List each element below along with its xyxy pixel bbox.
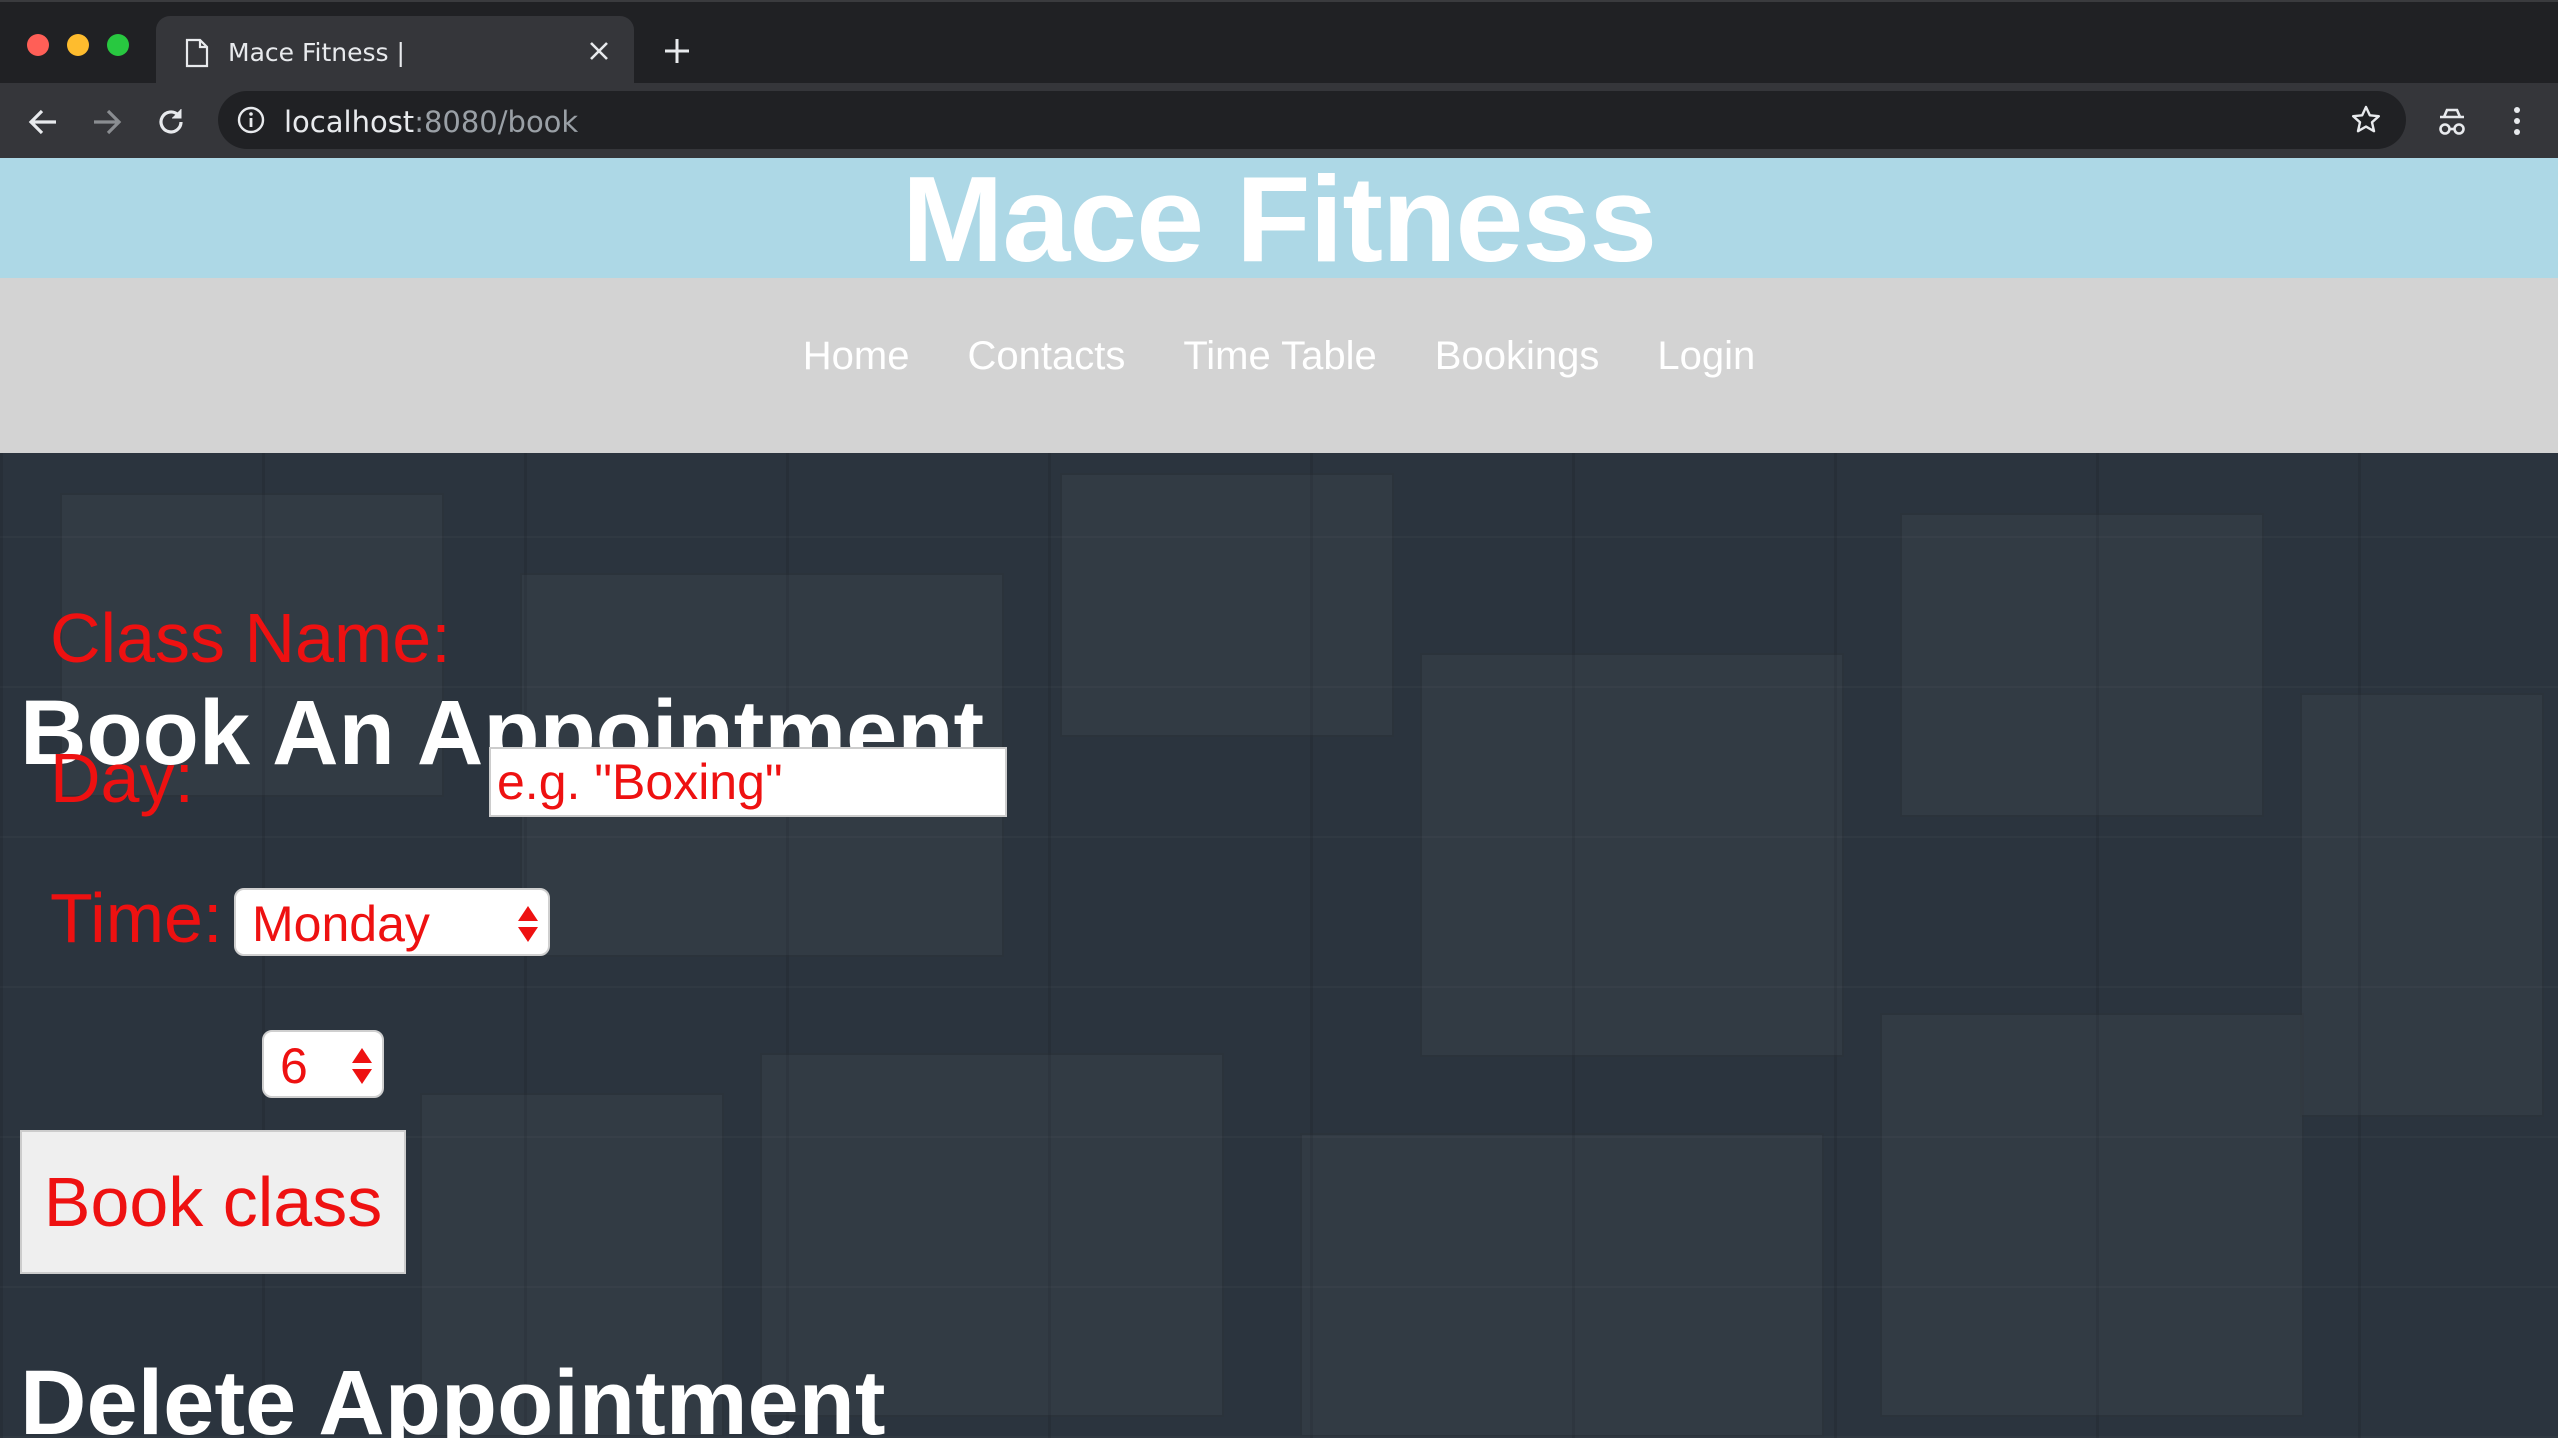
- web-page: Mace Fitness Home Contacts Time Table Bo…: [0, 158, 2558, 1438]
- window-close-dot[interactable]: [27, 34, 49, 56]
- browser-toolbar: localhost:8080/book: [0, 83, 2558, 158]
- select-arrows-icon: [352, 1048, 372, 1084]
- url-text: localhost:8080/book: [284, 105, 578, 139]
- info-icon[interactable]: [236, 105, 266, 135]
- nav-link-time-table[interactable]: Time Table: [1183, 334, 1376, 379]
- nav-link-home[interactable]: Home: [803, 334, 910, 379]
- more-menu-icon[interactable]: [2502, 103, 2532, 139]
- window-minimize-dot[interactable]: [67, 34, 89, 56]
- document-icon: [185, 38, 209, 68]
- address-bar[interactable]: localhost:8080/book: [218, 91, 2406, 149]
- incognito-icon[interactable]: [2434, 105, 2470, 139]
- url-host: localhost: [284, 105, 415, 139]
- class-name-label: Class Name:: [50, 599, 451, 677]
- nav-link-login[interactable]: Login: [1657, 334, 1755, 379]
- bookmark-star-icon[interactable]: [2350, 104, 2382, 136]
- day-label: Day:: [50, 739, 194, 817]
- select-arrows-icon: [518, 906, 538, 942]
- browser-tab-strip: Mace Fitness |: [0, 0, 2558, 85]
- reload-icon[interactable]: [154, 105, 188, 139]
- day-select-value: Monday: [252, 896, 430, 952]
- tab-title: Mace Fitness |: [228, 38, 405, 67]
- nav-links: Home Contacts Time Table Bookings Login: [0, 334, 2558, 379]
- book-class-button[interactable]: Book class: [20, 1130, 406, 1274]
- time-select[interactable]: 6: [262, 1030, 384, 1098]
- forward-arrow-icon[interactable]: [90, 105, 124, 139]
- nav-link-bookings[interactable]: Bookings: [1435, 334, 1600, 379]
- day-select[interactable]: Monday: [234, 888, 550, 956]
- new-tab-icon[interactable]: [662, 36, 692, 66]
- nav-link-contacts[interactable]: Contacts: [967, 334, 1125, 379]
- delete-heading: Delete Appointment: [20, 1352, 886, 1438]
- site-header: Mace Fitness: [0, 158, 2558, 284]
- browser-tab[interactable]: Mace Fitness |: [156, 16, 634, 85]
- back-arrow-icon[interactable]: [26, 105, 60, 139]
- window-zoom-dot[interactable]: [107, 34, 129, 56]
- site-title: Mace Fitness: [901, 158, 1657, 287]
- time-select-value: 6: [280, 1038, 308, 1094]
- url-path: :8080/book: [414, 105, 579, 139]
- class-name-input[interactable]: [489, 747, 1007, 817]
- main-nav: Home Contacts Time Table Bookings Login: [0, 278, 2558, 453]
- time-label: Time:: [50, 879, 223, 957]
- close-icon[interactable]: [586, 38, 612, 64]
